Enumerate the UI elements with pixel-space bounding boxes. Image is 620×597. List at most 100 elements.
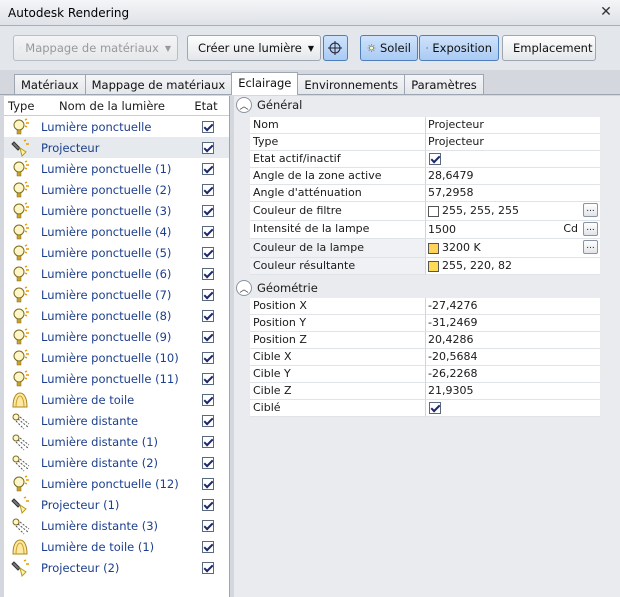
browse-button[interactable]: ... <box>583 203 598 217</box>
light-state-checkbox[interactable] <box>202 204 214 217</box>
light-row[interactable]: Lumière ponctuelle (12) <box>4 473 229 494</box>
light-state-checkbox[interactable] <box>202 372 214 385</box>
light-state-checkbox[interactable] <box>202 120 214 133</box>
light-state-checkbox[interactable] <box>202 435 214 448</box>
light-row[interactable]: Lumière ponctuelle (11) <box>4 368 229 389</box>
prop-position-z[interactable]: Position Z 20,4286 <box>250 332 600 349</box>
light-row[interactable]: Lumière ponctuelle (4) <box>4 221 229 242</box>
prop-falloff[interactable]: Angle d'atténuation 57,2958 <box>250 185 600 202</box>
prop-position-y[interactable]: Position Y -31,2469 <box>250 315 600 332</box>
light-state-checkbox[interactable] <box>202 540 214 553</box>
light-state-checkbox[interactable] <box>202 519 214 532</box>
prop-label: Couleur de la lampe <box>250 239 426 258</box>
prop-intensity[interactable]: Intensité de la lampe 1500 Cd ... <box>250 221 600 239</box>
light-row[interactable]: Lumière distante (1) <box>4 431 229 452</box>
light-state-checkbox[interactable] <box>202 246 214 259</box>
prop-targeted[interactable]: Ciblé <box>250 400 600 417</box>
prop-filter-color[interactable]: Couleur de filtre 255, 255, 255 ... <box>250 202 600 221</box>
prop-target-z[interactable]: Cible Z 21,9305 <box>250 383 600 400</box>
hotspot-field[interactable]: 28,6479 <box>426 168 600 185</box>
intensity-field[interactable]: 1500 Cd ... <box>426 221 600 239</box>
light-state-checkbox[interactable] <box>202 162 214 175</box>
light-row[interactable]: Lumière ponctuelle (8) <box>4 305 229 326</box>
position-y-field[interactable]: -31,2469 <box>426 315 600 332</box>
light-state-checkbox[interactable] <box>202 351 214 364</box>
light-row[interactable]: Lumière ponctuelle (10) <box>4 347 229 368</box>
prop-type[interactable]: Type Projecteur <box>250 134 600 151</box>
prop-name[interactable]: Nom Projecteur <box>250 117 600 134</box>
prop-target-x[interactable]: Cible X -20,5684 <box>250 349 600 366</box>
light-row[interactable]: Lumière ponctuelle (2) <box>4 179 229 200</box>
light-row[interactable]: Lumière ponctuelle (5) <box>4 242 229 263</box>
distant-light-icon <box>4 515 38 536</box>
light-state-checkbox[interactable] <box>202 141 214 154</box>
light-state-checkbox[interactable] <box>202 309 214 322</box>
tab-material-mapping[interactable]: Mappage de matériaux <box>84 74 233 95</box>
light-row[interactable]: Lumière ponctuelle <box>4 116 229 137</box>
position-x-field[interactable]: -27,4276 <box>426 298 600 315</box>
light-state-checkbox[interactable] <box>202 267 214 280</box>
collapse-icon[interactable]: ︿ <box>236 97 252 113</box>
light-row[interactable]: Projecteur (1) <box>4 494 229 515</box>
prop-hotspot[interactable]: Angle de la zone active 28,6479 <box>250 168 600 185</box>
name-field[interactable]: Projecteur <box>426 117 600 134</box>
geometry-section-header[interactable]: ︿ Géométrie <box>236 280 318 296</box>
light-state-checkbox[interactable] <box>202 330 214 343</box>
light-row[interactable]: Lumière ponctuelle (3) <box>4 200 229 221</box>
type-column-header[interactable]: Type <box>4 99 38 113</box>
light-row[interactable]: Lumière ponctuelle (7) <box>4 284 229 305</box>
light-rows: Lumière ponctuelle Projecteur Lumière ponc… <box>4 116 229 578</box>
sun-button[interactable]: Soleil <box>360 35 418 61</box>
target-x-field[interactable]: -20,5684 <box>426 349 600 366</box>
state-column-header[interactable]: Etat <box>186 99 226 113</box>
tab-settings[interactable]: Paramètres <box>404 74 484 95</box>
light-state-checkbox[interactable] <box>202 225 214 238</box>
light-row[interactable]: Lumière ponctuelle (1) <box>4 158 229 179</box>
close-icon[interactable]: ✕ <box>598 4 614 20</box>
light-state-checkbox[interactable] <box>202 477 214 490</box>
tab-environments[interactable]: Environnements <box>297 74 406 95</box>
state-checkbox[interactable] <box>429 153 441 165</box>
position-z-field[interactable]: 20,4286 <box>426 332 600 349</box>
light-state-checkbox[interactable] <box>202 393 214 406</box>
light-state-checkbox[interactable] <box>202 456 214 469</box>
prop-lamp-color[interactable]: Couleur de la lampe 3200 K ... <box>250 239 600 258</box>
light-row[interactable]: Lumière distante (2) <box>4 452 229 473</box>
light-row[interactable]: Lumière de toile <box>4 389 229 410</box>
light-state-checkbox[interactable] <box>202 414 214 427</box>
prop-target-y[interactable]: Cible Y -26,2268 <box>250 366 600 383</box>
light-state-checkbox[interactable] <box>202 288 214 301</box>
create-light-button[interactable]: Créer une lumière ▼ <box>187 35 321 61</box>
light-row[interactable]: Projecteur (2) <box>4 557 229 578</box>
exposure-button[interactable]: Exposition <box>419 35 499 61</box>
targeted-checkbox[interactable] <box>429 402 441 414</box>
light-row[interactable]: Lumière ponctuelle (9) <box>4 326 229 347</box>
light-row[interactable]: Lumière de toile (1) <box>4 536 229 557</box>
prop-result-color[interactable]: Couleur résultante 255, 220, 82 <box>250 258 600 275</box>
prop-state[interactable]: Etat actif/inactif <box>250 151 600 168</box>
light-row[interactable]: Projecteur <box>4 137 229 158</box>
light-glyph-toggle[interactable] <box>323 35 348 61</box>
type-field: Projecteur <box>426 134 600 151</box>
light-row[interactable]: Lumière distante <box>4 410 229 431</box>
light-row[interactable]: Lumière distante (3) <box>4 515 229 536</box>
lamp-color-field[interactable]: 3200 K ... <box>426 239 600 258</box>
collapse-icon[interactable]: ︿ <box>236 280 252 296</box>
browse-button[interactable]: ... <box>583 222 598 236</box>
location-button[interactable]: Emplacement <box>502 35 596 61</box>
tab-lighting[interactable]: Eclairage <box>231 72 299 95</box>
material-mapping-button[interactable]: Mappage de matériaux ▼ <box>13 35 178 61</box>
target-y-field[interactable]: -26,2268 <box>426 366 600 383</box>
light-state-checkbox[interactable] <box>202 561 214 574</box>
light-state-checkbox[interactable] <box>202 183 214 196</box>
falloff-field[interactable]: 57,2958 <box>426 185 600 202</box>
name-column-header[interactable]: Nom de la lumière <box>38 99 186 113</box>
light-row[interactable]: Lumière ponctuelle (6) <box>4 263 229 284</box>
filter-color-field[interactable]: 255, 255, 255 ... <box>426 202 600 221</box>
prop-position-x[interactable]: Position X -27,4276 <box>250 298 600 315</box>
target-z-field[interactable]: 21,9305 <box>426 383 600 400</box>
browse-button[interactable]: ... <box>583 240 598 254</box>
tab-materials[interactable]: Matériaux <box>14 74 86 95</box>
light-state-checkbox[interactable] <box>202 498 214 511</box>
general-section-header[interactable]: ︿ Général <box>236 97 302 113</box>
